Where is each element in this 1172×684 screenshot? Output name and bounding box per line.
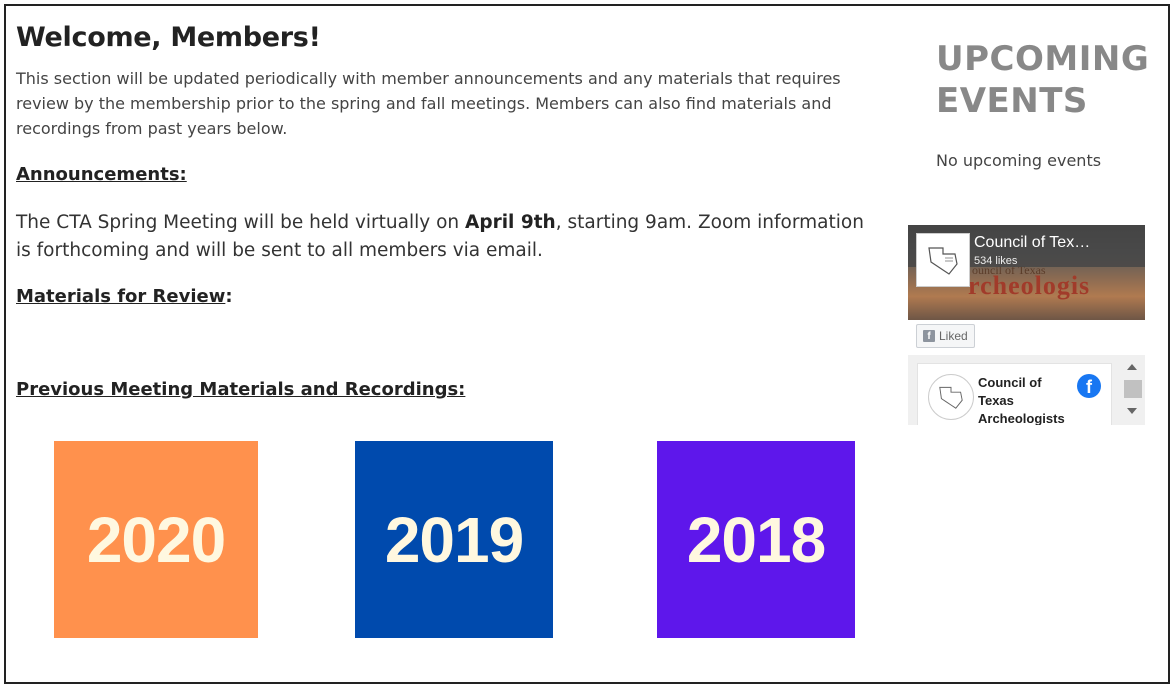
cta-logo-icon — [928, 374, 974, 420]
cover-title: rcheologis — [968, 271, 1091, 300]
announcement-date: April 9th — [465, 212, 556, 233]
scroll-up-arrow-icon[interactable] — [1127, 364, 1137, 370]
year-tile-label: 2018 — [686, 503, 826, 576]
liked-button[interactable]: f Liked — [916, 324, 975, 348]
feed-scrollbar[interactable] — [1119, 355, 1145, 425]
announcements-heading: Announcements: — [16, 164, 187, 185]
facebook-square-icon: f — [923, 330, 935, 342]
previous-meetings-heading: Previous Meeting Materials and Recording… — [16, 379, 466, 400]
facebook-feed: Council of Texas Archeologists f — [908, 355, 1145, 425]
year-tile-label: 2019 — [384, 503, 524, 576]
materials-heading-wrap: Materials for Review: — [16, 286, 233, 307]
materials-heading: Materials for Review — [16, 286, 226, 307]
year-tile-2019[interactable]: 2019 — [355, 441, 553, 638]
feed-page-name[interactable]: Council of Texas Archeologists — [978, 374, 1078, 425]
scroll-down-arrow-icon[interactable] — [1127, 408, 1137, 414]
main-content: Welcome, Members! This section will be u… — [16, 22, 876, 400]
year-tile-2020[interactable]: 2020 — [54, 441, 258, 638]
facebook-page-cover[interactable]: ouncil of Texas rcheologis Council of Te… — [908, 225, 1145, 320]
year-tile-2018[interactable]: 2018 — [657, 441, 855, 638]
facebook-page-name[interactable]: Council of Tex… — [974, 234, 1090, 252]
year-tiles: 2020 2019 2018 — [0, 441, 1172, 641]
upcoming-events-title: UPCOMING EVENTS — [936, 39, 1150, 121]
cta-logo-icon[interactable] — [916, 233, 970, 287]
materials-heading-colon: : — [225, 286, 233, 307]
page-title: Welcome, Members! — [16, 22, 321, 53]
facebook-icon[interactable]: f — [1077, 374, 1101, 398]
announcement-text: The CTA Spring Meeting will be held virt… — [16, 209, 866, 265]
announcement-pre: The CTA Spring Meeting will be held virt… — [16, 212, 466, 233]
no-events-text: No upcoming events — [936, 151, 1102, 170]
scroll-thumb[interactable] — [1124, 380, 1142, 398]
facebook-likes-count: 534 likes — [974, 255, 1018, 267]
feed-card[interactable]: Council of Texas Archeologists f — [917, 363, 1112, 425]
intro-paragraph: This section will be updated periodicall… — [16, 69, 841, 138]
liked-label: Liked — [939, 329, 968, 343]
year-tile-label: 2020 — [86, 503, 226, 576]
